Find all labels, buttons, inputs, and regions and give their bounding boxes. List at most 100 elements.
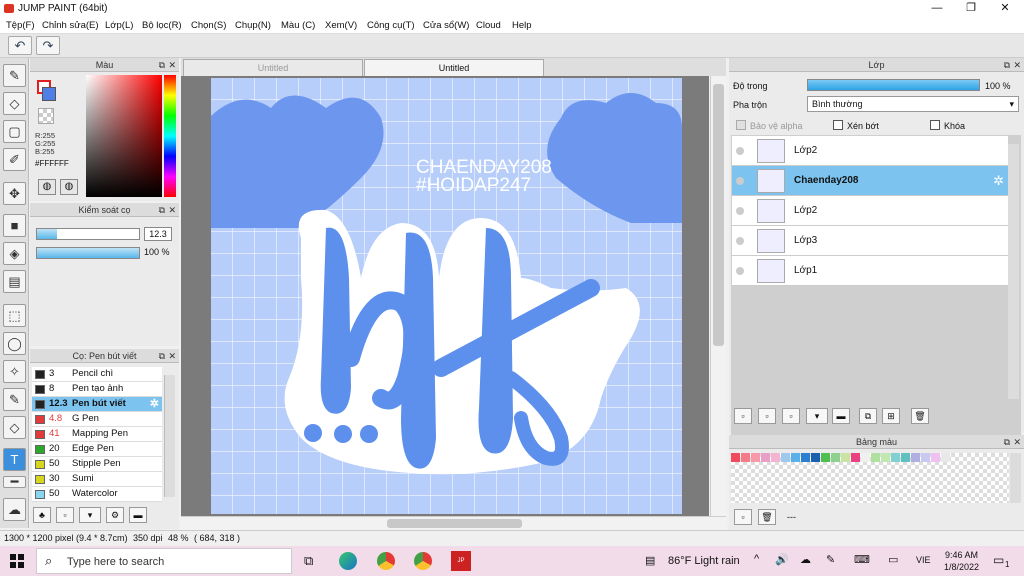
chevron-up-icon[interactable]: ^ [754,553,759,565]
layer-visibility-icon[interactable] [736,267,744,275]
menu-layer[interactable]: Lớp(L) [105,20,133,31]
display-icon[interactable]: ▭ [888,553,898,566]
brush-tool-icon[interactable]: ✎ [3,64,26,87]
brush-item[interactable]: 41 Mapping Pen [32,427,162,442]
cloud-tool-icon[interactable]: ☁ [3,498,26,521]
layer-list-scrollbar[interactable] [1008,144,1019,399]
palette-swatch[interactable] [931,453,940,462]
float-icon[interactable]: ⧉ [1004,58,1010,72]
close-button[interactable]: ✕ [988,0,1022,17]
palette-swatch[interactable] [771,453,780,462]
divider-tool-icon[interactable]: ━ [3,475,26,488]
tab-untitled-2[interactable]: Untitled [364,59,544,76]
brush-item[interactable]: 50 Watercolor [32,487,162,502]
fill-rect-tool-icon[interactable]: ■ [3,214,26,237]
layer-row[interactable]: Lớp3 [732,226,1008,256]
float-icon[interactable]: ⧉ [159,203,165,217]
lasso-tool-icon[interactable]: ◯ [3,332,26,355]
vertical-scrollbar[interactable] [710,76,726,516]
palette-scrollbar[interactable] [1010,453,1021,503]
palette-swatch[interactable] [861,453,870,462]
redo-icon[interactable]: ↷ [36,36,60,55]
new-layer3-icon[interactable]: ▫ [782,408,800,424]
select-pen-icon[interactable]: ✎ [3,388,26,411]
layer-visibility-icon[interactable] [736,177,744,185]
brush-menu-icon[interactable]: ▾ [79,507,101,523]
palette-icon[interactable]: ◍ [38,179,56,195]
select-rect-icon[interactable]: ⬚ [3,304,26,327]
notification-icon[interactable]: ▭ [993,553,1004,567]
hue-slider[interactable] [164,75,176,197]
taskbar-search-box[interactable]: ⌕ Type here to search [36,548,292,574]
vertical-scroll-thumb[interactable] [713,84,724,346]
pen-icon[interactable]: ✎ [826,553,835,566]
menu-view[interactable]: Xem(V) [325,20,357,31]
float-icon[interactable]: ⧉ [1004,435,1010,449]
menu-filter[interactable]: Bộ lọc(R) [142,20,182,31]
brush-item[interactable]: 20 Edge Pen [32,442,162,457]
palette-swatch[interactable] [891,453,900,462]
palette-swatch[interactable] [901,453,910,462]
palette-swatch[interactable] [881,453,890,462]
gradient-tool-icon[interactable]: ▤ [3,270,26,293]
palette-swatch[interactable] [741,453,750,462]
palette-swatch[interactable] [941,453,950,462]
blend-mode-select[interactable]: Bình thường ▾ [807,96,1019,112]
menu-color[interactable]: Màu (C) [281,20,315,31]
add-brush-icon[interactable]: ♣ [33,507,51,523]
select-eraser-icon[interactable]: ◇ [3,416,26,439]
brush-folder-icon[interactable]: ▬ [129,507,147,523]
float-icon[interactable]: ⧉ [159,58,165,72]
bucket-tool-icon[interactable]: ◈ [3,242,26,265]
layer-row[interactable]: Chaenday208 ✲ [732,166,1008,196]
rect-tool-icon[interactable]: ▢ [3,120,26,143]
menu-select[interactable]: Chọn(S) [191,20,226,31]
clipping-checkbox[interactable] [833,120,843,130]
menu-file[interactable]: Tệp(F) [6,20,35,31]
menu-tools[interactable]: Công cụ(T) [367,20,415,31]
brush-settings-icon[interactable]: ⚙ [106,507,124,523]
minimize-button[interactable]: — [920,0,954,17]
brush-settings-icon[interactable]: ✲ [150,397,159,411]
brush-list-scrollbar[interactable] [164,375,175,497]
palette-swatch[interactable] [761,453,770,462]
menu-window[interactable]: Cửa sổ(W) [423,20,469,31]
close-icon[interactable]: ✕ [168,349,176,363]
clock[interactable]: 9:46 AM 1/8/2022 [944,549,979,573]
delete-layer-icon[interactable]: 🗑 [911,408,929,424]
chrome-icon[interactable] [377,552,395,570]
edge-icon[interactable] [339,552,357,570]
language-indicator[interactable]: VIE [916,555,931,565]
tab-untitled-1[interactable]: Untitled [183,59,363,76]
pen-tool-icon[interactable]: ✐ [3,148,26,171]
saturation-value-picker[interactable] [86,75,162,197]
chrome2-icon[interactable] [414,552,432,570]
new-brush-icon[interactable]: ▫ [56,507,74,523]
weather-text[interactable]: 86°F Light rain [668,555,740,567]
float-icon[interactable]: ⧉ [159,349,165,363]
palette-swatches[interactable] [731,453,1009,503]
palette-swatch[interactable] [731,453,740,462]
palette2-icon[interactable]: ◍ [60,179,78,195]
horizontal-scrollbar[interactable] [181,516,726,530]
palette-swatch[interactable] [751,453,760,462]
menu-help[interactable]: Help [512,20,532,31]
eraser-tool-icon[interactable]: ◇ [3,92,26,115]
layer-row[interactable]: Lớp2 [732,136,1008,166]
layer-visibility-icon[interactable] [736,237,744,245]
palette-swatch[interactable] [831,453,840,462]
brush-opacity-slider[interactable] [36,247,140,259]
magic-wand-icon[interactable]: ✧ [3,360,26,383]
palette-swatch[interactable] [921,453,930,462]
palette-swatch[interactable] [801,453,810,462]
new-layer-icon[interactable]: ▫ [734,408,752,424]
close-icon[interactable]: ✕ [168,58,176,72]
protect-alpha-checkbox[interactable] [736,120,746,130]
palette-swatch[interactable] [781,453,790,462]
cloud-icon[interactable]: ☁ [800,553,811,566]
menu-cloud[interactable]: Cloud [476,20,501,31]
delete-swatch-icon[interactable]: 🗑 [758,509,776,525]
brush-size-slider[interactable] [36,228,140,240]
close-icon[interactable]: ✕ [1013,58,1021,72]
horizontal-scroll-thumb[interactable] [387,519,522,528]
